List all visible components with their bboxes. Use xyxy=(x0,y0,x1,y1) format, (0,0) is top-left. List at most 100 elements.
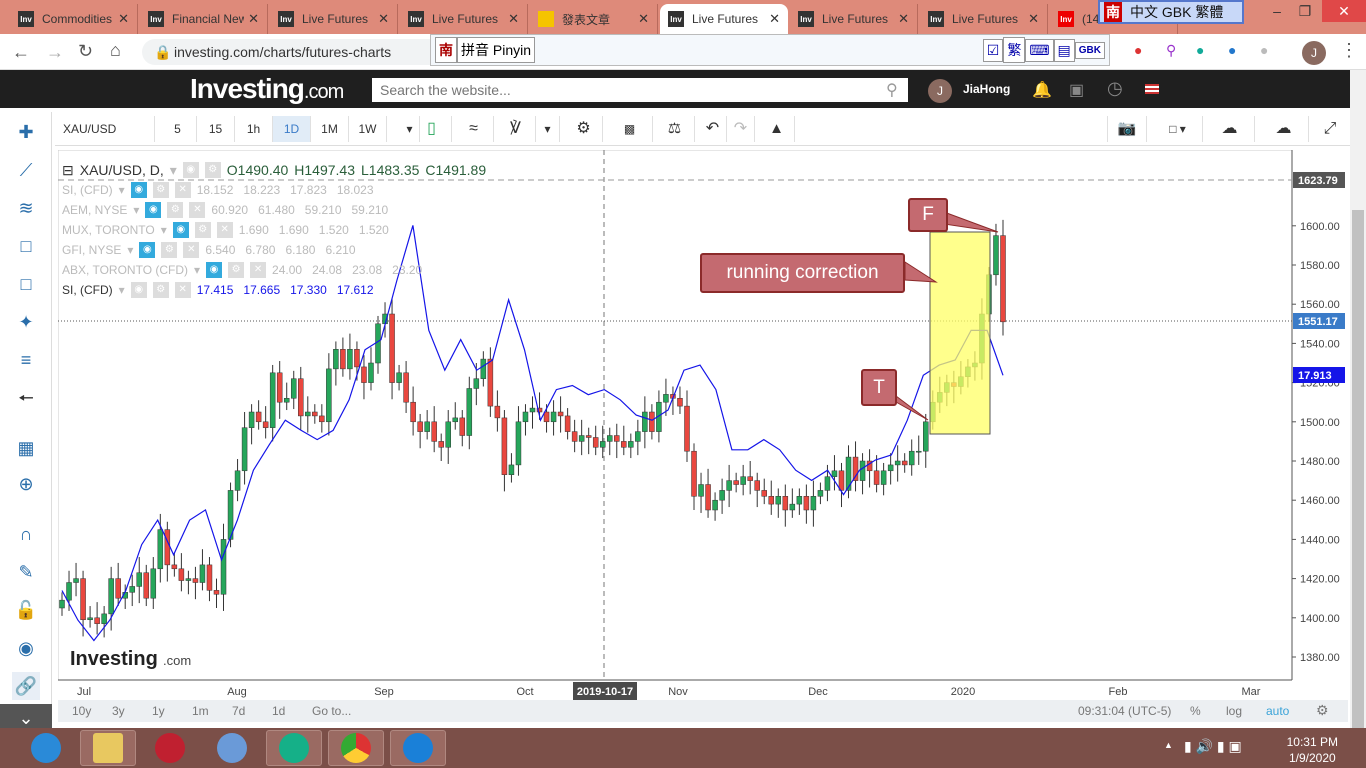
keyboard-icon[interactable]: ⌨ xyxy=(1025,38,1054,62)
extension-icon[interactable]: ● xyxy=(1134,42,1142,58)
eye-icon[interactable]: ◉ xyxy=(172,222,189,238)
interval-1D[interactable]: 1D xyxy=(273,116,311,142)
fib-icon[interactable]: ≋ xyxy=(12,194,40,222)
overlay-name[interactable]: MUX, TORONTO xyxy=(62,223,155,237)
percent-toggle[interactable]: % xyxy=(1190,704,1201,718)
chart-type-dropdown[interactable]: ▾ xyxy=(536,116,560,142)
indicators-icon[interactable]: ℣ xyxy=(496,116,536,142)
eye-icon[interactable]: ◉ xyxy=(130,182,147,198)
pattern-icon[interactable]: ✦ xyxy=(12,308,40,336)
tab-close-icon[interactable]: ✕ xyxy=(898,11,909,27)
overlay-name[interactable]: ABX, TORONTO (CFD) xyxy=(62,263,188,277)
back-icon[interactable]: ← xyxy=(12,42,30,63)
interval-1W[interactable]: 1W xyxy=(349,116,387,142)
compare-icon[interactable]: ⚖ xyxy=(655,116,695,142)
extension-gray-icon[interactable]: ● xyxy=(1260,42,1268,58)
collapse-legend-icon[interactable]: ⊟ xyxy=(62,162,74,179)
browser-tab[interactable]: Inv Live Futures ✕ xyxy=(920,4,1048,34)
zoom-in-icon[interactable]: ⊕ xyxy=(12,470,40,498)
gear-icon[interactable]: ⚙ xyxy=(152,182,169,198)
dropdown-icon[interactable]: ▾ xyxy=(119,283,125,297)
tray-icons[interactable]: ▮ 🔊 ▮ ▣ xyxy=(1184,738,1242,755)
color-picker[interactable]: □ ▾ xyxy=(1153,116,1203,142)
eye-icon[interactable]: ◉ xyxy=(145,202,162,218)
browser-tab[interactable]: Inv Live Futures ✕ xyxy=(660,4,788,34)
extension-search-icon[interactable]: ⚲ xyxy=(1166,42,1176,59)
tray-up-icon[interactable]: ▲ xyxy=(1164,740,1173,750)
gear-icon[interactable]: ⚙ xyxy=(204,162,221,178)
us-flag-icon[interactable] xyxy=(1145,84,1159,94)
eye-icon[interactable]: ◉ xyxy=(182,162,199,178)
range-10y[interactable]: 10y xyxy=(72,704,91,718)
grammarly-icon[interactable]: ● xyxy=(1196,42,1204,58)
grammarly-icon[interactable] xyxy=(266,730,322,766)
link-icon[interactable]: 🔗 xyxy=(12,672,40,700)
ime-language-bar[interactable]: 南 中文 GBK 繁體 xyxy=(1098,0,1244,24)
remove-icon[interactable]: ✕ xyxy=(174,182,191,198)
main-series-name[interactable]: XAU/USD, D, xyxy=(80,162,164,178)
browser-tab[interactable]: Inv Financial News✕ xyxy=(140,4,268,34)
gear-icon[interactable]: ⚙ xyxy=(194,222,211,238)
trend-line-icon[interactable]: ⟋ xyxy=(12,156,40,184)
dropdown-icon[interactable]: ▾ xyxy=(170,162,177,179)
log-toggle[interactable]: log xyxy=(1226,704,1242,718)
fullscreen-icon[interactable]: ⤢ xyxy=(1315,116,1345,142)
range-1y[interactable]: 1y xyxy=(152,704,165,718)
panel-icon[interactable]: ▤ xyxy=(1053,38,1075,62)
dropdown-icon[interactable]: ▾ xyxy=(161,223,167,237)
page-scrollbar[interactable] xyxy=(1350,70,1366,730)
extension-q-icon[interactable]: ● xyxy=(1228,42,1236,58)
tab-close-icon[interactable]: ✕ xyxy=(118,11,129,27)
settings-icon[interactable]: ⚙ xyxy=(565,116,603,142)
eye-icon[interactable]: ◉ xyxy=(12,634,40,662)
ie-icon[interactable] xyxy=(18,730,74,766)
dropdown-icon[interactable]: ▾ xyxy=(127,243,133,257)
close-window-button[interactable]: ✕ xyxy=(1322,0,1366,22)
eye-icon[interactable]: ◉ xyxy=(206,262,223,278)
auto-toggle[interactable]: auto xyxy=(1266,704,1289,718)
chrome-icon[interactable] xyxy=(328,730,384,766)
gbk-toggle[interactable]: GBK xyxy=(1074,41,1105,59)
studies-icon[interactable]: ▩ xyxy=(607,116,653,142)
browser-tab[interactable]: Inv Commodities ✕ xyxy=(10,4,138,34)
forward-icon[interactable]: → xyxy=(46,42,64,63)
search-icon[interactable]: ⚲ xyxy=(886,80,898,100)
candles-icon[interactable]: ▯ xyxy=(412,116,452,142)
check-icon[interactable]: ☑ xyxy=(982,38,1004,62)
range-7d[interactable]: 7d xyxy=(232,704,245,718)
range-Goto[interactable]: Go to... xyxy=(312,704,351,718)
remove-icon[interactable]: ✕ xyxy=(183,242,200,258)
tab-close-icon[interactable]: ✕ xyxy=(1028,11,1039,27)
investing-logo[interactable]: Investing.com xyxy=(190,73,344,105)
app-icon[interactable] xyxy=(390,730,446,766)
tab-close-icon[interactable]: ✕ xyxy=(638,11,649,27)
load-cloud-icon[interactable]: ☁ xyxy=(1205,116,1255,142)
user-name[interactable]: JiaHong xyxy=(963,82,1010,96)
browser-tab[interactable]: Inv Live Futures ✕ xyxy=(790,4,918,34)
prediction-icon[interactable]: ≡ xyxy=(12,346,40,374)
interval-1M[interactable]: 1M xyxy=(311,116,349,142)
interval-15[interactable]: 15 xyxy=(197,116,235,142)
overlay-name[interactable]: SI, (CFD) xyxy=(62,183,113,197)
taskbar-clock[interactable]: 10:31 PM 1/9/2020 xyxy=(1287,734,1338,766)
gear-icon[interactable]: ⚙ xyxy=(228,262,245,278)
text-note-icon[interactable]: □ xyxy=(12,270,40,298)
remove-icon[interactable]: ✕ xyxy=(250,262,267,278)
alert-icon[interactable]: ▲ xyxy=(759,116,795,142)
bell-icon[interactable]: 🔔 xyxy=(1032,80,1052,100)
interval-1h[interactable]: 1h xyxy=(235,116,273,142)
profile-avatar[interactable]: J xyxy=(1302,41,1326,65)
dropdown-icon[interactable]: ▾ xyxy=(119,183,125,197)
reload-icon[interactable]: ↻ xyxy=(78,41,93,62)
camera-icon[interactable]: 📷 xyxy=(1107,116,1147,142)
range-1d[interactable]: 1d xyxy=(272,704,285,718)
symbol-input[interactable]: XAU/USD xyxy=(55,116,155,142)
home-icon[interactable]: ⌂ xyxy=(110,40,121,61)
highlight-box[interactable] xyxy=(929,231,991,435)
scrollbar-thumb[interactable] xyxy=(1352,210,1364,730)
tab-close-icon[interactable]: ✕ xyxy=(248,11,259,27)
annotation-callout[interactable]: running correction xyxy=(700,253,905,293)
annotation-callout[interactable]: T xyxy=(861,369,897,406)
chromium-icon[interactable] xyxy=(204,730,260,766)
arrow-left-icon[interactable]: 🠔 xyxy=(12,384,40,412)
